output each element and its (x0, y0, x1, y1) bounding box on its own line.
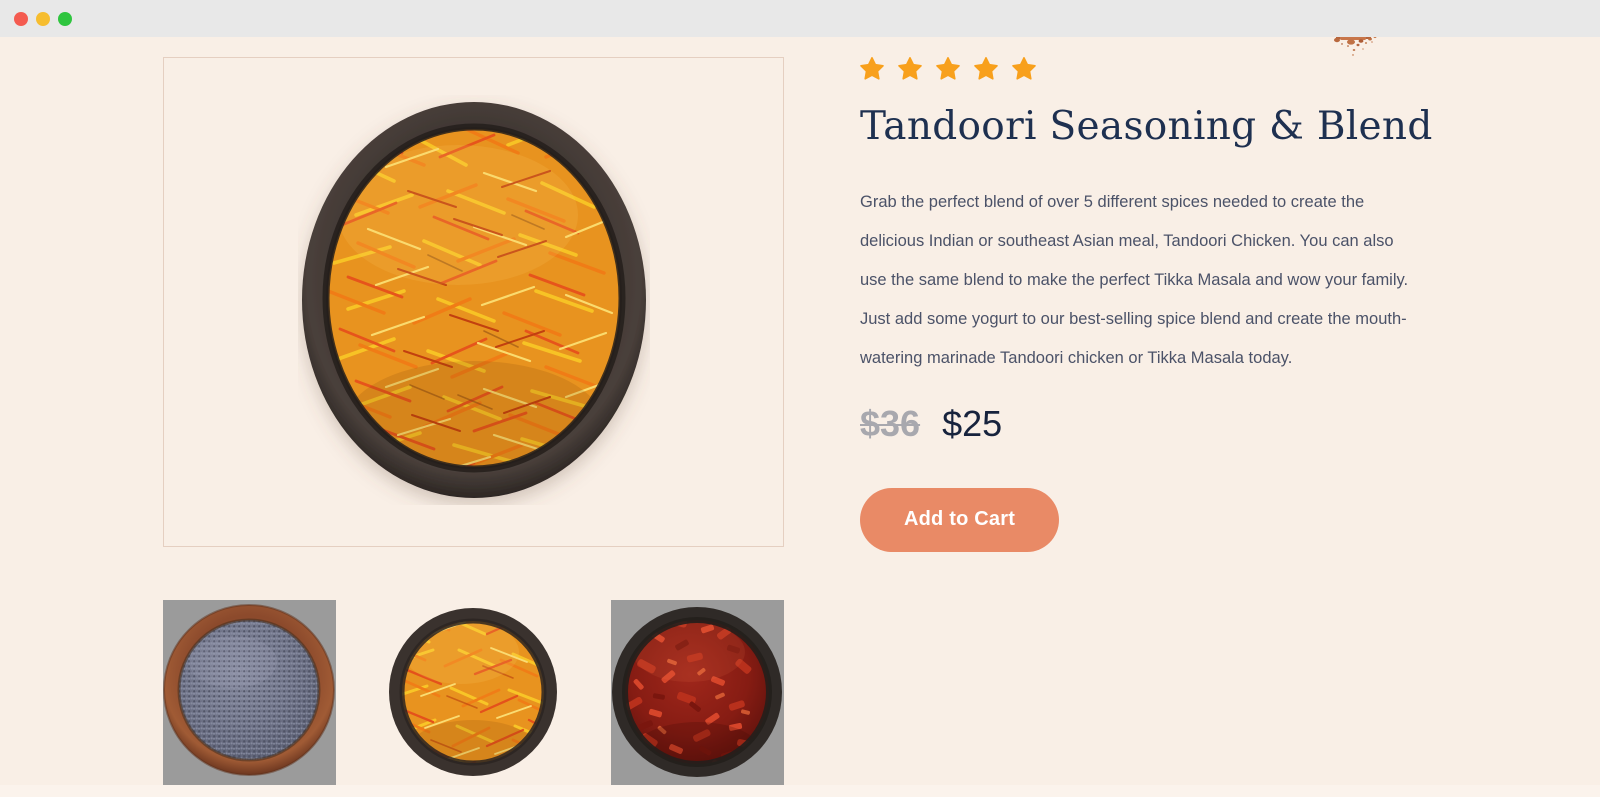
add-to-cart-button[interactable]: Add to Cart (860, 487, 1060, 552)
star-icon (936, 57, 960, 80)
thumbnail-saffron[interactable] (387, 600, 560, 797)
product-gallery (163, 57, 784, 797)
rating-stars[interactable] (860, 57, 1460, 80)
traffic-light-group (14, 11, 72, 26)
product-title: Tandoori Seasoning & Blend (860, 104, 1433, 149)
star-icon (898, 57, 922, 80)
spice-bowl-poppy-seed-icon (163, 604, 335, 776)
product-description: Grab the perfect blend of over 5 differe… (860, 192, 1409, 367)
product-page: Tandoori Seasoning & Blend Grab the perf… (0, 37, 1600, 797)
star-icon (974, 57, 998, 80)
maximize-window-button[interactable] (58, 11, 72, 26)
page-bottom-strip (0, 785, 1600, 797)
hero-image-frame[interactable] (163, 57, 784, 547)
spice-bowl-saffron-icon (301, 101, 646, 498)
original-price: $36 (860, 402, 921, 444)
spice-bowl-saffron-icon (389, 608, 557, 776)
thumbnail-chili-flakes[interactable] (611, 600, 784, 797)
browser-window: Tandoori Seasoning & Blend Grab the perf… (0, 0, 1600, 797)
close-window-button[interactable] (14, 11, 28, 26)
thumbnail-strip (163, 600, 784, 797)
spice-bowl-chili-flakes-icon (612, 607, 782, 777)
current-price: $25 (942, 402, 1003, 444)
product-details: Tandoori Seasoning & Blend Grab the perf… (860, 57, 1460, 552)
hero-product-image (298, 95, 650, 510)
minimize-window-button[interactable] (36, 11, 50, 26)
star-icon (860, 57, 884, 80)
price-block: $36 $25 (860, 403, 1460, 445)
window-titlebar (0, 0, 1600, 37)
thumbnail-poppy-seed[interactable] (163, 600, 336, 797)
star-icon (1012, 57, 1036, 80)
